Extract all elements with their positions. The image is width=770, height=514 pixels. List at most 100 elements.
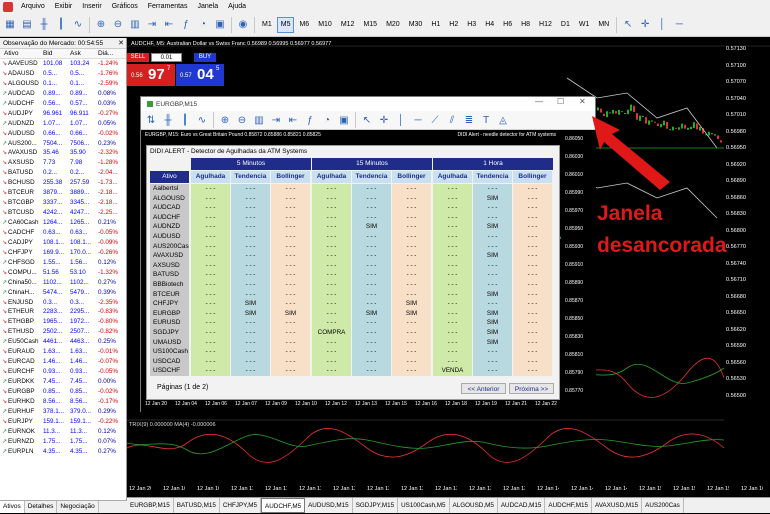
tab-ativos[interactable]: Ativos [0,501,25,513]
bars-icon[interactable]: ╫ [160,112,176,128]
cursor-icon[interactable]: ↖ [359,112,375,128]
menu-arquivo[interactable]: Arquivo [16,0,50,13]
window-titlebar[interactable]: EURGBP,M15 — ☐ ✕ [141,97,595,111]
market-watch-row[interactable]: ↘AVAXUSD 35.46 35.90 -2.32% [0,148,126,158]
market-watch-row[interactable]: ↘BATUSD 0.2... 0.2... -2.04... [0,168,126,178]
chart-tab[interactable]: AUDCHF,M5 [261,498,306,513]
market-watch-row[interactable]: ↗EURPLN 4.35... 4.35... 0.27% [0,447,126,457]
market-watch-row[interactable]: ↘EURHKD 8.56... 8.56... -0.17% [0,397,126,407]
menu-exibir[interactable]: Exibir [50,0,78,13]
market-watch-row[interactable]: ↘ENJUSD 0.3... 0.3... -2.35% [0,298,126,308]
col-ativo[interactable]: Ativo [0,49,43,58]
market-watch-row[interactable]: ↘AXSUSD 7.73 7.98 -1.28% [0,158,126,168]
screenshot-icon[interactable]: ◉ [235,17,251,33]
tf-d1[interactable]: D1 [557,17,574,33]
tf-h6[interactable]: H6 [499,17,516,33]
tf-h8[interactable]: H8 [517,17,534,33]
shapes-icon[interactable]: ◬ [495,112,511,128]
menu-ajuda[interactable]: Ajuda [223,0,251,13]
chart-tab[interactable]: SGDJPY,M15 [353,498,399,513]
col-ask[interactable]: Ask [70,49,98,58]
chart-tab[interactable]: BATUSD,M15 [174,498,220,513]
market-watch-row[interactable]: ↘EURAUD 1.63... 1.63... -0.01% [0,347,126,357]
zoom-in-icon[interactable]: ⊕ [93,17,109,33]
scroll-icon[interactable]: ⇥ [268,112,284,128]
market-watch-row[interactable]: ↗China50... 1102... 1102... 0.27% [0,278,126,288]
shift-icon[interactable]: ⇤ [161,17,177,33]
tile-icon[interactable]: ▥ [251,112,267,128]
channel-icon[interactable]: ⫽ [444,112,460,128]
candles-icon[interactable]: ┃ [177,112,193,128]
shift-icon[interactable]: ⇤ [285,112,301,128]
crosshair-icon[interactable]: ✛ [376,112,392,128]
tf-m6[interactable]: M6 [295,17,313,33]
maximize-icon[interactable]: ☐ [557,97,564,106]
templates-icon[interactable]: ▣ [336,112,352,128]
tf-h12[interactable]: H12 [535,17,556,33]
tf-m30[interactable]: M30 [405,17,427,33]
tf-m20[interactable]: M20 [382,17,404,33]
close-icon[interactable]: ✕ [118,38,124,49]
chart-tab[interactable]: ALGOUSD,M5 [450,498,498,513]
zoom-out-icon[interactable]: ⊖ [110,17,126,33]
scroll-icon[interactable]: ⇥ [144,17,160,33]
menu-graficos[interactable]: Gráficos [107,0,143,13]
lot-input[interactable]: 0.01 [151,53,182,62]
market-watch-row[interactable]: ↘ALGOUSD 0.1... 0.1... -2.59% [0,79,126,89]
tf-h3[interactable]: H3 [463,17,480,33]
horizontal-line-icon[interactable]: ─ [410,112,426,128]
period-icon[interactable]: ◔ [319,112,335,128]
tf-m10[interactable]: M10 [314,17,336,33]
chart-bars-icon[interactable]: ╫ [36,17,52,33]
indicators-icon[interactable]: ƒ [178,17,194,33]
zoom-in-icon[interactable]: ⊕ [217,112,233,128]
chart-tab[interactable]: AUDUSD,M15 [305,498,353,513]
market-watch-row[interactable]: ↘CADCHF 0.63... 0.63... -0.05% [0,228,126,238]
candles-icon[interactable]: ┃ [53,17,69,33]
trendline-icon[interactable]: ⟋ [427,112,443,128]
next-page-button[interactable]: Próxima >> [509,383,554,394]
close-icon[interactable]: ✕ [579,97,586,106]
chart-tab[interactable]: EURGBP,M15 [127,498,174,513]
line-chart-icon[interactable]: ∿ [194,112,210,128]
market-watch-row[interactable]: ↗AUDNZD 1.07... 1.07... 0.05% [0,119,126,129]
tf-h1[interactable]: H1 [427,17,444,33]
text-icon[interactable]: T [478,112,494,128]
market-watch-row[interactable]: ↗AUDCAD 0.89... 0.89... 0.08% [0,89,126,99]
tab-detalhes[interactable]: Detalhes [25,501,58,513]
market-watch-row[interactable]: ↗EU50Cash 4461... 4463... 0.25% [0,337,126,347]
sell-button[interactable]: SELL [127,53,149,62]
market-watch-row[interactable]: ↘ETHGBP 1965... 1972... -0.80% [0,317,126,327]
cursor-icon[interactable]: ↖ [620,17,636,33]
tile-icon[interactable]: ▥ [127,17,143,33]
indicators-icon[interactable]: ƒ [302,112,318,128]
templates-icon[interactable]: ▣ [212,17,228,33]
market-watch-row[interactable]: ↗EURDKK 7.45... 7.45... 0.00% [0,377,126,387]
menu-ferramentas[interactable]: Ferramentas [143,0,193,13]
market-watch-row[interactable]: ↘EURCAD 1.46... 1.46... -0.07% [0,357,126,367]
col-bid[interactable]: Bid [43,49,70,58]
market-watch-row[interactable]: ↗EURNZD 1.75... 1.75... 0.07% [0,437,126,447]
chart-tab[interactable]: CHFJPY,M5 [220,498,262,513]
prev-page-button[interactable]: << Anterior [461,383,506,394]
horizontal-line-icon[interactable]: ─ [671,17,687,33]
market-watch-row[interactable]: ↘AUDUSD 0.66... 0.66... -0.02% [0,129,126,139]
profiles-icon[interactable]: ▤ [19,17,35,33]
market-watch-row[interactable]: ↘EURGBP 0.85... 0.85... -0.02% [0,387,126,397]
tf-m1[interactable]: M1 [258,17,276,33]
market-watch-row[interactable]: ↘AUDJPY 96.961 96.911 -0.27% [0,109,126,119]
menu-inserir[interactable]: Inserir [77,0,106,13]
market-watch-row[interactable]: ↘CHFJPY 169.9... 170.0... -0.26% [0,248,126,258]
period-icon[interactable]: ◔ [195,17,211,33]
zoom-out-icon[interactable]: ⊖ [234,112,250,128]
buy-button[interactable]: BUY [194,53,216,62]
fibo-icon[interactable]: ≣ [461,112,477,128]
tf-h4[interactable]: H4 [481,17,498,33]
chart-tab[interactable]: AUDCAD,M15 [498,498,546,513]
menu-janela[interactable]: Janela [192,0,223,13]
chart-tab[interactable]: AVAXUSD,M15 [592,498,643,513]
col-daily[interactable]: Diá... [98,49,125,58]
chart-tab[interactable]: US100Cash,M5 [398,498,450,513]
minimize-icon[interactable]: — [535,97,543,106]
market-watch-row[interactable]: ↗CHFSGD 1.55... 1.56... 0.12% [0,258,126,268]
